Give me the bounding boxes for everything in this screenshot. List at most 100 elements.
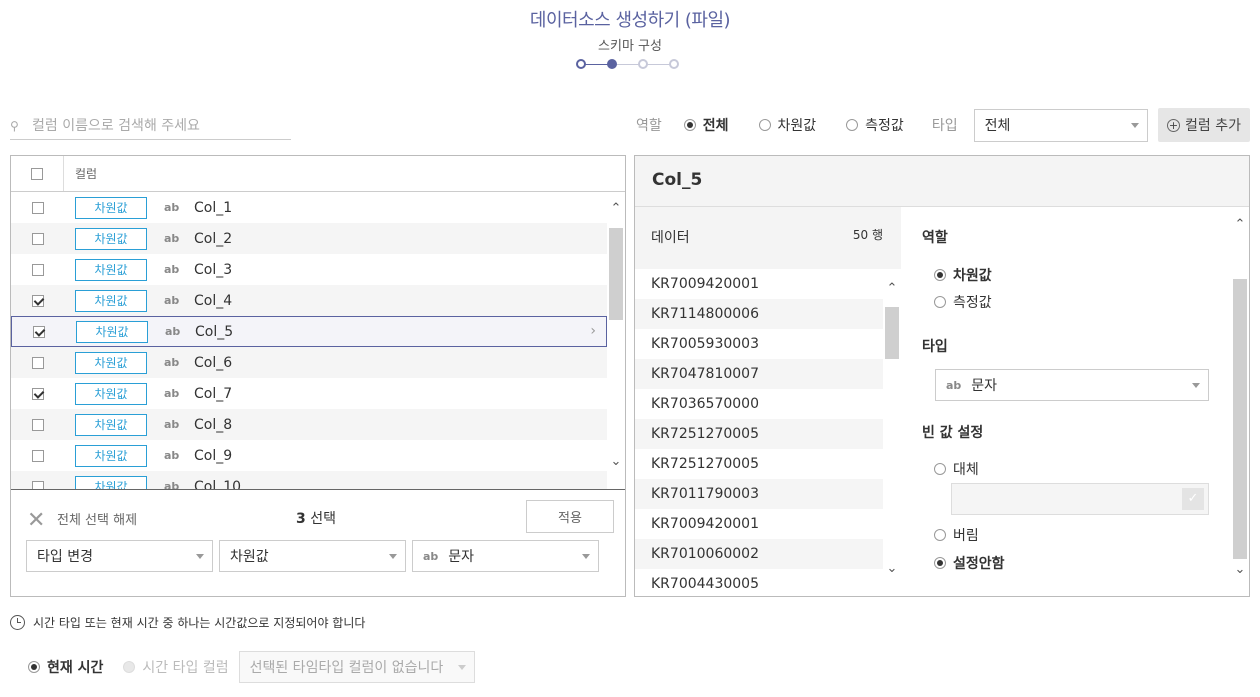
column-row[interactable]: 차원값 ab Col_6 bbox=[11, 347, 607, 378]
column-row[interactable]: 차원값 ab Col_1 bbox=[11, 192, 607, 223]
row-checkbox[interactable] bbox=[31, 387, 44, 400]
empty-replace-radio[interactable]: 대체 bbox=[934, 459, 979, 479]
column-row[interactable]: 차원값 ab Col_8 bbox=[11, 409, 607, 440]
role-measure-radio[interactable]: 측정값 bbox=[934, 292, 992, 312]
search-input[interactable] bbox=[32, 117, 282, 134]
role-filter-all[interactable]: 전체 bbox=[683, 115, 729, 135]
role-badge[interactable]: 차원값 bbox=[75, 227, 147, 250]
role-dimension-radio[interactable]: 차원값 bbox=[934, 265, 992, 285]
role-measure-label: 측정값 bbox=[953, 295, 992, 311]
scroll-down-icon[interactable]: ⌄ bbox=[1231, 562, 1249, 577]
type-filter-select[interactable]: 전체 bbox=[973, 108, 1148, 142]
column-row[interactable]: 차원값 ab Col_2 bbox=[11, 223, 607, 254]
scroll-up-icon[interactable]: ⌃ bbox=[607, 201, 625, 216]
role-badge[interactable]: 차원값 bbox=[75, 351, 147, 374]
select-all-checkbox[interactable] bbox=[31, 167, 43, 180]
step-1 bbox=[576, 59, 586, 69]
role-dimension-label: 차원값 bbox=[953, 268, 992, 284]
scroll-down-icon[interactable]: ⌄ bbox=[607, 454, 625, 469]
close-icon[interactable]: ✕ bbox=[27, 508, 45, 533]
column-row[interactable]: 차원값 ab Col_9 bbox=[11, 440, 607, 471]
selection-count: 3 선택 bbox=[296, 508, 336, 528]
data-value-row: KR7005930003 bbox=[635, 329, 883, 359]
data-value-row: KR7036570000 bbox=[635, 389, 883, 419]
empty-none-label: 설정안함 bbox=[953, 556, 1005, 572]
scroll-up-icon[interactable]: ⌃ bbox=[883, 281, 901, 296]
role-badge[interactable]: 차원값 bbox=[75, 382, 147, 405]
filter-bar: 역할 전체 차원값 측정값 타입 전체 bbox=[636, 108, 1148, 142]
time-column-radio[interactable]: 시간 타입 컬럼 bbox=[123, 657, 229, 677]
data-value-row: KR7011790003 bbox=[635, 479, 883, 509]
role-filter-measure[interactable]: 측정값 bbox=[846, 115, 904, 135]
role-badge[interactable]: 차원값 bbox=[75, 475, 147, 490]
chevron-down-icon bbox=[196, 554, 204, 559]
scroll-thumb[interactable] bbox=[885, 307, 899, 359]
column-name: Col_5 bbox=[195, 323, 234, 340]
column-properties: 역할 차원값 측정값 타입 ab 문자 빈 값 설정 대체 ✓ 버림 설정안함 … bbox=[901, 207, 1249, 596]
column-row[interactable]: 차원값 ab Col_10 bbox=[11, 471, 607, 490]
row-checkbox[interactable] bbox=[31, 418, 44, 431]
role-badge[interactable]: 차원값 bbox=[75, 289, 147, 312]
column-row[interactable]: 차원값 ab Col_5 › bbox=[11, 316, 607, 347]
properties-scrollbar[interactable]: ⌃ ⌄ bbox=[1231, 207, 1249, 596]
row-checkbox[interactable] bbox=[31, 263, 44, 276]
column-name: Col_7 bbox=[194, 385, 233, 402]
scroll-down-icon[interactable]: ⌄ bbox=[883, 561, 901, 576]
empty-discard-label: 버림 bbox=[953, 528, 979, 544]
bulk-datatype-select[interactable]: ab 문자 bbox=[412, 540, 599, 572]
step-2 bbox=[607, 59, 617, 69]
column-name: Col_9 bbox=[194, 447, 233, 464]
empty-discard-radio[interactable]: 버림 bbox=[934, 525, 979, 545]
row-checkbox[interactable] bbox=[31, 232, 44, 245]
column-name: Col_4 bbox=[194, 292, 233, 309]
apply-button[interactable]: 적용 bbox=[526, 500, 614, 533]
bulk-action-bar: ✕ 전체 선택 해제 3 선택 적용 타입 변경 차원값 ab 문자 bbox=[11, 489, 625, 596]
role-filter-all-label: 전체 bbox=[702, 118, 729, 134]
row-checkbox[interactable] bbox=[31, 449, 44, 462]
role-badge[interactable]: 차원값 bbox=[75, 413, 147, 436]
role-badge[interactable]: 차원값 bbox=[75, 258, 147, 281]
bulk-role-select[interactable]: 차원값 bbox=[219, 540, 406, 572]
empty-replace-label: 대체 bbox=[953, 462, 979, 478]
data-value-row: KR7047810007 bbox=[635, 359, 883, 389]
time-column-select[interactable]: 선택된 타임타입 컬럼이 없습니다 bbox=[238, 651, 475, 683]
detail-type-select[interactable]: ab 문자 bbox=[935, 369, 1209, 401]
text-type-icon: ab bbox=[164, 449, 180, 462]
column-row[interactable]: 차원값 ab Col_4 bbox=[11, 285, 607, 316]
check-icon[interactable]: ✓ bbox=[1182, 488, 1204, 510]
column-row[interactable]: 차원값 ab Col_7 bbox=[11, 378, 607, 409]
page-subtitle: 스키마 구성 bbox=[598, 39, 662, 54]
data-list-scrollbar[interactable]: ⌃ ⌄ bbox=[883, 269, 901, 596]
add-column-button[interactable]: + 컬럼 추가 bbox=[1158, 108, 1250, 142]
chevron-right-icon[interactable]: › bbox=[590, 323, 596, 339]
text-type-icon: ab bbox=[164, 263, 180, 276]
text-type-icon: ab bbox=[164, 356, 180, 369]
column-row[interactable]: 차원값 ab Col_3 bbox=[11, 254, 607, 285]
text-type-icon: ab bbox=[164, 418, 180, 431]
data-value-row: KR7009420001 bbox=[635, 269, 883, 299]
data-preview: 데이터 50 행 KR7009420001 KR7114800006 KR70059… bbox=[635, 207, 901, 596]
row-checkbox[interactable] bbox=[32, 325, 45, 338]
row-checkbox[interactable] bbox=[31, 356, 44, 369]
role-filter-dimension[interactable]: 차원값 bbox=[758, 115, 816, 135]
type-filter-value: 전체 bbox=[984, 118, 1011, 134]
role-section-label: 역할 bbox=[922, 230, 948, 246]
scroll-thumb[interactable] bbox=[609, 228, 623, 320]
replace-value-input[interactable]: ✓ bbox=[951, 483, 1209, 515]
bulk-type-change-select[interactable]: 타입 변경 bbox=[26, 540, 213, 572]
current-time-radio[interactable]: 현재 시간 bbox=[28, 657, 103, 677]
text-type-icon: ab bbox=[946, 378, 962, 392]
empty-none-radio[interactable]: 설정안함 bbox=[934, 553, 1005, 573]
search-icon: ⚲ bbox=[10, 118, 19, 133]
column-list-scrollbar[interactable]: ⌃ ⌄ bbox=[607, 192, 625, 490]
row-checkbox[interactable] bbox=[31, 294, 44, 307]
chevron-down-icon bbox=[1192, 383, 1200, 388]
time-options: 현재 시간 시간 타입 컬럼 선택된 타임타입 컬럼이 없습니다 bbox=[28, 651, 475, 683]
row-checkbox[interactable] bbox=[31, 201, 44, 214]
role-badge[interactable]: 차원값 bbox=[76, 320, 148, 343]
scroll-thumb[interactable] bbox=[1233, 279, 1247, 559]
role-badge[interactable]: 차원값 bbox=[75, 196, 147, 219]
scroll-up-icon[interactable]: ⌃ bbox=[1231, 217, 1249, 232]
clear-selection-link[interactable]: 전체 선택 해제 bbox=[57, 509, 137, 528]
role-badge[interactable]: 차원값 bbox=[75, 444, 147, 467]
